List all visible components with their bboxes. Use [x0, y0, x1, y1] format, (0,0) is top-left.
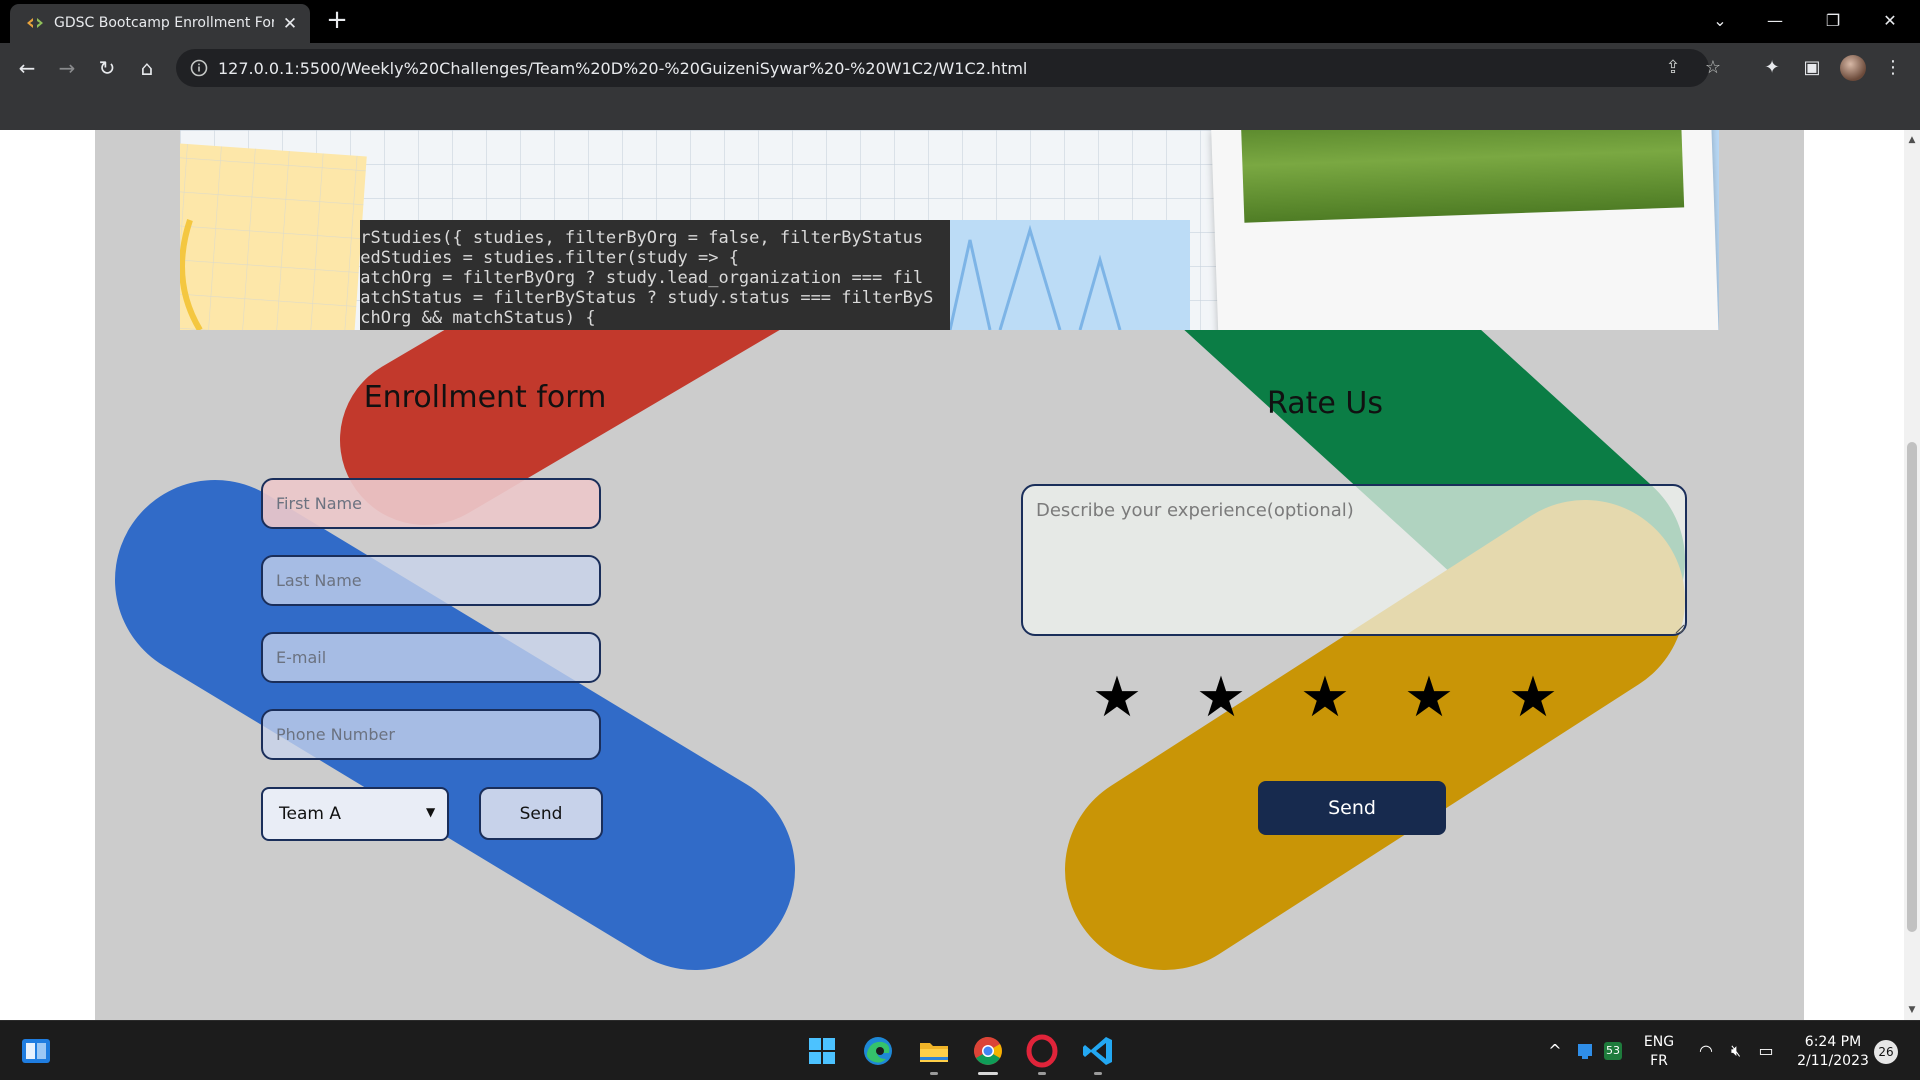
rate-us-title: Rate Us — [1267, 386, 1383, 421]
edge-browser-icon[interactable] — [858, 1031, 898, 1071]
clock-time[interactable]: 6:24 PM — [1788, 1034, 1878, 1050]
wifi-icon[interactable]: ◠ — [1695, 1040, 1717, 1062]
polaroid-photo — [1211, 130, 1719, 330]
chrome-menu-icon[interactable]: ⋮ — [1878, 53, 1908, 83]
keyboard-layout[interactable]: FR — [1642, 1053, 1676, 1069]
site-info-icon[interactable] — [190, 59, 208, 77]
tray-badge-icon[interactable]: 53 — [1604, 1042, 1622, 1060]
new-tab-button[interactable]: + — [325, 7, 349, 33]
reload-icon[interactable]: ↻ — [92, 53, 122, 83]
extensions-icon[interactable]: ✦ — [1757, 53, 1787, 83]
windows-taskbar: ^ 53 ENG FR ◠ 🔇︎ ▭ 6:24 PM 2/11/2023 — [0, 1020, 1920, 1080]
page-viewport: erStudies({ studies, filterByOrg = false… — [0, 130, 1904, 1020]
restore-icon[interactable]: ❐ — [1813, 6, 1853, 36]
file-explorer-running-indicator — [930, 1072, 938, 1075]
tab-search-chevron-icon[interactable]: ⌄ — [1700, 6, 1740, 36]
team-select-value: Team A — [279, 804, 341, 824]
close-window-icon[interactable]: ✕ — [1870, 6, 1910, 36]
forward-icon[interactable]: → — [52, 53, 82, 83]
browser-toolbar: ← → ↻ ⌂ 127.0.0.1:5500/Weekly%20Challeng… — [0, 43, 1920, 130]
widgets-icon[interactable] — [16, 1031, 56, 1071]
side-panel-icon[interactable]: ▣ — [1797, 53, 1827, 83]
browser-tab-active[interactable]: GDSC Bootcamp Enrollment Form ✕ — [10, 4, 310, 43]
url-text: 127.0.0.1:5500/Weekly%20Challenges/Team%… — [218, 59, 1028, 78]
scrollbar-thumb[interactable] — [1907, 442, 1917, 932]
experience-textarea[interactable] — [1021, 484, 1687, 636]
notification-count-badge[interactable]: 26 — [1874, 1040, 1898, 1064]
battery-icon[interactable]: ▭ — [1755, 1040, 1777, 1062]
code-line: erStudies({ studies, filterByOrg = false… — [360, 228, 924, 248]
scroll-down-icon[interactable]: ▼ — [1904, 1002, 1920, 1018]
resize-grip-icon[interactable] — [1673, 622, 1685, 634]
show-hidden-icons-icon[interactable]: ^ — [1544, 1040, 1566, 1062]
scroll-up-icon[interactable]: ▲ — [1904, 132, 1920, 148]
address-bar[interactable]: 127.0.0.1:5500/Weekly%20Challenges/Team%… — [176, 49, 1721, 87]
clock-date[interactable]: 2/11/2023 — [1788, 1053, 1878, 1069]
rating-send-button[interactable]: Send — [1258, 781, 1446, 835]
code-line: tchOrg && matchStatus) { — [360, 308, 596, 328]
profile-avatar[interactable] — [1840, 55, 1866, 81]
chrome-active-indicator — [978, 1072, 998, 1075]
rating-star-4[interactable]: ★ — [1399, 668, 1459, 728]
page-content: erStudies({ studies, filterByOrg = false… — [95, 130, 1804, 1020]
bookmark-star-icon[interactable]: ☆ — [1702, 57, 1724, 79]
code-line: matchStatus = filterByStatus ? study.sta… — [360, 288, 934, 308]
tab-title: GDSC Bootcamp Enrollment Form — [54, 15, 274, 31]
rating-star-5[interactable]: ★ — [1503, 668, 1563, 728]
windows-start-icon[interactable] — [802, 1031, 842, 1071]
vscode-running-indicator — [1094, 1072, 1102, 1075]
opera-icon[interactable] — [1022, 1031, 1062, 1071]
tray-app-icon[interactable] — [1574, 1040, 1596, 1062]
volume-muted-icon[interactable]: 🔇︎ — [1725, 1040, 1747, 1062]
phone-number-input[interactable] — [261, 709, 601, 760]
tab-close-icon[interactable]: ✕ — [280, 14, 300, 34]
minimize-icon[interactable]: — — [1755, 6, 1795, 36]
vscode-icon[interactable] — [1078, 1031, 1118, 1071]
last-name-input[interactable] — [261, 555, 601, 606]
team-select[interactable]: Team A — [261, 787, 449, 841]
code-line: redStudies = studies.filter(study => { — [360, 248, 739, 268]
enrollment-send-button[interactable]: Send — [479, 787, 603, 840]
browser-tab-strip: GDSC Bootcamp Enrollment Form ✕ + ⌄ — ❐ … — [0, 0, 1920, 43]
keyboard-language[interactable]: ENG — [1642, 1034, 1676, 1050]
share-icon[interactable]: ⇪ — [1662, 57, 1684, 79]
rating-star-3[interactable]: ★ — [1295, 668, 1355, 728]
home-icon[interactable]: ⌂ — [132, 53, 162, 83]
rating-star-2[interactable]: ★ — [1191, 668, 1251, 728]
file-explorer-icon[interactable] — [914, 1031, 954, 1071]
chrome-icon[interactable] — [968, 1031, 1008, 1071]
rating-star-1[interactable]: ★ — [1087, 668, 1147, 728]
opera-running-indicator — [1038, 1072, 1046, 1075]
first-name-input[interactable] — [261, 478, 601, 529]
vscode-live-server-icon — [27, 18, 43, 28]
page-scrollbar[interactable]: ▲ ▼ — [1904, 130, 1920, 1020]
enrollment-form-title: Enrollment form — [363, 380, 607, 415]
code-snippet-image: erStudies({ studies, filterByOrg = false… — [360, 220, 950, 330]
email-input[interactable] — [261, 632, 601, 683]
code-line: matchOrg = filterByOrg ? study.lead_orga… — [360, 268, 924, 288]
grass-landscape-image — [1241, 130, 1685, 223]
hero-banner-image: erStudies({ studies, filterByOrg = false… — [180, 130, 1719, 330]
back-icon[interactable]: ← — [12, 53, 42, 83]
